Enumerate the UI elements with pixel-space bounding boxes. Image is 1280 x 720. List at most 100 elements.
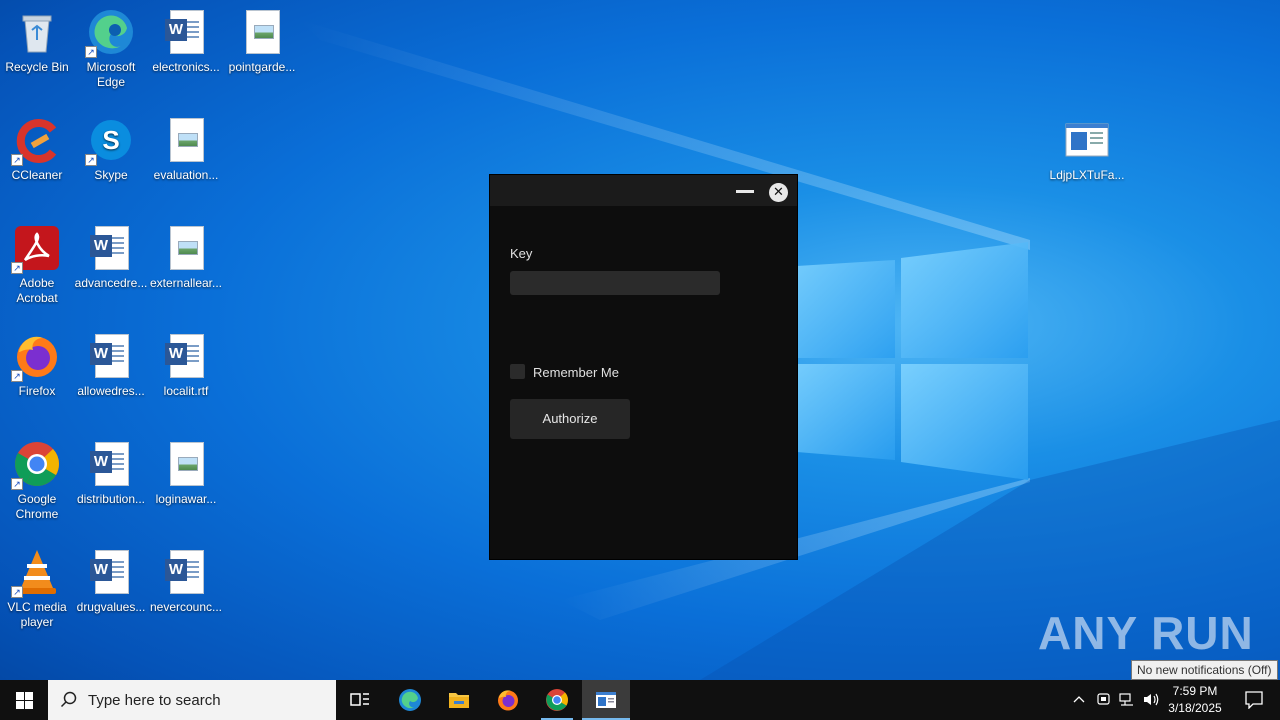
desktop-icon-label: nevercounc... xyxy=(149,600,223,614)
shortcut-arrow-icon: ↗ xyxy=(11,154,23,166)
desktop-icon-label: evaluation... xyxy=(153,168,219,182)
clock-date: 3/18/2025 xyxy=(1168,701,1222,715)
desktop-icon-distribution[interactable]: W distribution... xyxy=(73,440,149,507)
tray-defender-button[interactable] xyxy=(1093,680,1113,720)
taskbar: Type here to search 7:59 PM 3/18/2025 xyxy=(0,680,1280,720)
firefox-icon xyxy=(498,690,518,711)
skype-icon: S ↗ xyxy=(85,116,135,166)
task-view-icon xyxy=(350,693,369,706)
notification-tooltip: No new notifications (Off) xyxy=(1131,660,1278,680)
chrome-icon xyxy=(546,689,568,711)
task-view-button[interactable] xyxy=(336,680,384,720)
windows-logo-wallpaper xyxy=(797,242,1028,480)
desktop-icon-label: Firefox xyxy=(18,384,56,398)
word-document-icon: W xyxy=(87,548,135,596)
desktop-icon-skype[interactable]: S ↗ Skype xyxy=(73,116,149,183)
shortcut-arrow-icon: ↗ xyxy=(85,46,97,58)
app-window-icon xyxy=(596,692,616,708)
taskbar-app-window[interactable] xyxy=(582,680,630,720)
action-center-button[interactable] xyxy=(1232,680,1274,720)
desktop-icon-label: advancedre... xyxy=(74,276,148,290)
recycle-bin-icon xyxy=(13,8,61,56)
shortcut-arrow-icon: ↗ xyxy=(11,478,23,490)
windows-start-icon xyxy=(16,692,33,709)
desktop-icon-nevercounc[interactable]: W nevercounc... xyxy=(148,548,224,615)
show-hidden-icons-button[interactable] xyxy=(1068,680,1090,720)
word-document-icon: W xyxy=(162,332,210,380)
desktop-icon-label: pointgarde... xyxy=(228,60,296,74)
network-icon xyxy=(1119,693,1133,706)
edge-icon xyxy=(399,689,421,711)
desktop-icon-recycle-bin[interactable]: Recycle Bin xyxy=(0,8,75,75)
security-shield-icon xyxy=(1097,693,1110,705)
desktop-icon-evaluation[interactable]: evaluation... xyxy=(148,116,224,183)
desktop-icon-label: Adobe Acrobat xyxy=(16,276,58,305)
desktop-icon-advancedre[interactable]: W advancedre... xyxy=(73,224,149,291)
anyrun-watermark: ANY RUN xyxy=(1038,607,1254,659)
desktop-icon-ldjplxtufa[interactable]: LdjpLXTuFa... xyxy=(1049,116,1125,183)
desktop-icon-electronics[interactable]: W electronics... xyxy=(148,8,224,75)
desktop-icon-label: externallear... xyxy=(149,276,223,290)
vlc-icon: ↗ xyxy=(11,548,61,598)
desktop-icon-label: localit.rtf xyxy=(163,384,209,398)
image-file-icon xyxy=(238,8,286,56)
taskbar-search-box[interactable]: Type here to search xyxy=(48,680,336,720)
image-file-icon xyxy=(162,224,210,272)
key-input[interactable] xyxy=(510,271,720,295)
desktop-icon-google-chrome[interactable]: ↗ Google Chrome xyxy=(0,440,75,522)
minimize-icon[interactable] xyxy=(736,190,754,193)
ccleaner-icon: ↗ xyxy=(11,116,61,166)
tray-volume-button[interactable] xyxy=(1140,680,1162,720)
firefox-icon: ↗ xyxy=(11,332,61,382)
word-document-icon: W xyxy=(87,224,135,272)
taskbar-firefox[interactable] xyxy=(484,680,532,720)
desktop-icon-pointgarde[interactable]: pointgarde... xyxy=(224,8,300,75)
tray-network-button[interactable] xyxy=(1116,680,1138,720)
image-file-icon xyxy=(162,116,210,164)
desktop-icon-vlc[interactable]: ↗ VLC media player xyxy=(0,548,75,630)
chevron-up-icon xyxy=(1073,696,1085,703)
taskbar-clock[interactable]: 7:59 PM 3/18/2025 xyxy=(1163,683,1227,717)
volume-icon xyxy=(1144,693,1159,706)
close-icon[interactable]: ✕ xyxy=(769,183,788,202)
taskbar-edge[interactable] xyxy=(386,680,434,720)
desktop-icon-label: Recycle Bin xyxy=(5,60,69,74)
desktop-icon-externallear[interactable]: externallear... xyxy=(148,224,224,291)
adobe-acrobat-icon: ↗ xyxy=(11,224,61,274)
desktop-icon-label: drugvalues... xyxy=(76,600,146,614)
shortcut-arrow-icon: ↗ xyxy=(85,154,97,166)
authorize-button[interactable]: Authorize xyxy=(510,399,630,439)
search-placeholder: Type here to search xyxy=(88,692,221,709)
desktop-icon-ccleaner[interactable]: ↗ CCleaner xyxy=(0,116,75,183)
word-document-icon: W xyxy=(162,8,210,56)
desktop-icon-label: LdjpLXTuFa... xyxy=(1049,168,1125,182)
taskbar-chrome[interactable] xyxy=(533,680,581,720)
taskbar-file-explorer[interactable] xyxy=(435,680,483,720)
desktop-icon-adobe-acrobat[interactable]: ↗ Adobe Acrobat xyxy=(0,224,75,306)
shortcut-arrow-icon: ↗ xyxy=(11,370,23,382)
desktop-icon-label: Microsoft Edge xyxy=(86,60,136,89)
shortcut-arrow-icon: ↗ xyxy=(11,262,23,274)
word-document-icon: W xyxy=(162,548,210,596)
remember-me-checkbox[interactable] xyxy=(510,364,525,379)
desktop-icon-loginawar[interactable]: loginawar... xyxy=(148,440,224,507)
edge-icon: ↗ xyxy=(85,8,135,58)
file-explorer-icon xyxy=(449,693,469,708)
search-icon xyxy=(60,691,77,708)
notification-icon xyxy=(1245,691,1263,709)
desktop-icon-drugvalues[interactable]: W drugvalues... xyxy=(73,548,149,615)
desktop-icon-allowedres[interactable]: W allowedres... xyxy=(73,332,149,399)
desktop-icon-localit[interactable]: W localit.rtf xyxy=(148,332,224,399)
word-document-icon: W xyxy=(87,332,135,380)
desktop-icon-firefox[interactable]: ↗ Firefox xyxy=(0,332,75,399)
shortcut-arrow-icon: ↗ xyxy=(11,586,23,598)
desktop-icon-label: distribution... xyxy=(76,492,146,506)
desktop-icon-label: CCleaner xyxy=(11,168,63,182)
start-button[interactable] xyxy=(0,680,48,720)
remember-me-label[interactable]: Remember Me xyxy=(533,365,619,380)
desktop-icon-label: allowedres... xyxy=(77,384,145,398)
desktop-icon-microsoft-edge[interactable]: ↗ Microsoft Edge xyxy=(73,8,149,90)
desktop-icon-label: VLC media player xyxy=(7,600,67,629)
desktop-icon-label: Google Chrome xyxy=(15,492,59,521)
image-file-icon xyxy=(162,440,210,488)
